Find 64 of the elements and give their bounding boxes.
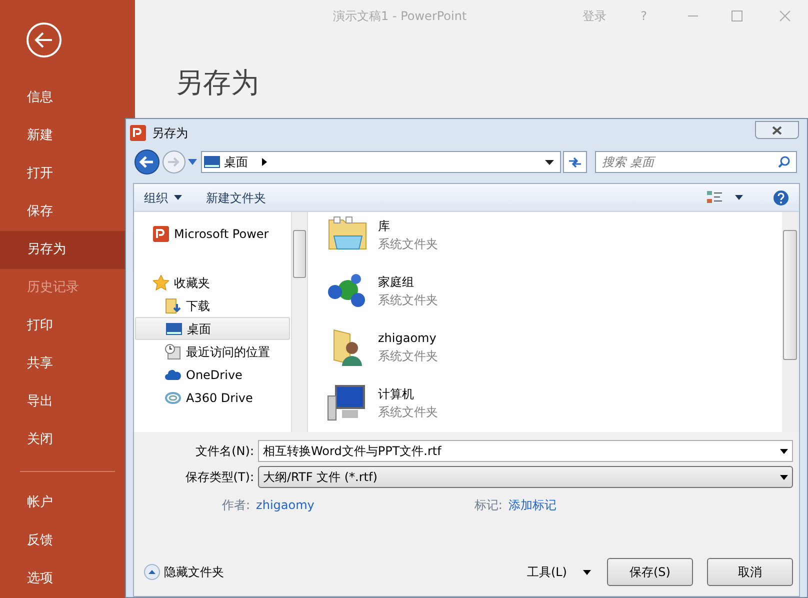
author-label: 作者: [222,497,250,514]
nav-tree-item[interactable]: 收藏夹 [134,271,291,294]
back-button-icon[interactable] [134,149,160,175]
hide-folders-link[interactable]: 隐藏文件夹 [164,563,224,581]
file-name[interactable]: 计算机 [378,385,438,403]
nav-tree-item[interactable]: OneDrive [134,363,291,386]
dropdown-caret-icon [780,474,788,480]
view-options-icon[interactable] [707,190,723,204]
file-type-dropdown[interactable]: 大纲/RTF 文件 (*.rtf) [258,466,793,488]
scrollbar-thumb[interactable] [783,230,797,360]
field-label: 保存类型(T): [184,469,254,486]
search-field[interactable]: 搜索 桌面 [595,151,797,173]
file-name[interactable]: 家庭组 [378,273,438,291]
add-tags-link[interactable]: 添加标记 [508,496,556,514]
nav-tree-item[interactable]: A360 Drive [134,386,291,409]
breadcrumb-arrow-icon[interactable] [262,158,267,166]
scrollbar-thumb[interactable] [293,230,306,278]
tools-menu[interactable]: 工具(L) [526,563,591,581]
search-placeholder: 搜索 桌面 [602,154,654,171]
page-title: 另存为 [175,65,260,101]
dropdown-caret-icon [780,448,788,454]
search-icon [778,156,790,168]
file-type: 系统文件夹 [378,292,438,309]
scrollbar[interactable] [782,212,799,432]
desktop-icon [204,156,220,168]
close-icon [772,126,782,134]
dropdown-caret-icon[interactable] [735,195,743,200]
field-label: 文件名(N): [194,443,254,460]
dropdown-caret-icon [174,195,182,200]
recent-places-icon [165,344,181,360]
folder-download-icon [165,298,181,314]
new-folder-button[interactable]: 新建文件夹 [206,188,266,206]
tags-label: 标记: [474,497,502,514]
file-type: 系统文件夹 [378,348,438,365]
organize-menu[interactable]: 组织 [144,188,182,206]
window-title: 演示文稿1 - PowerPoint [333,8,467,25]
powerpoint-logo-icon [153,226,169,242]
refresh-button[interactable] [563,151,587,173]
powerpoint-logo-icon [130,125,146,141]
nav-item[interactable]: 信息 [0,79,135,117]
address-text: 桌面 [224,154,248,171]
star-icon [153,274,169,290]
refresh-arrows-icon [568,156,582,168]
file-name[interactable]: 库 [378,217,438,235]
nav-tree-item[interactable]: Microsoft Power [134,222,291,245]
help-icon[interactable] [773,190,789,206]
file-name-field[interactable]: 相互转换Word文件与PPT文件.rtf [258,440,793,462]
file-name[interactable]: zhigaomy [378,329,438,347]
desktop-icon [166,320,182,336]
nav-tree-item[interactable]: 最近访问的位置 [134,340,291,363]
close-button[interactable] [755,121,799,139]
nav-tree-item[interactable]: 桌面 [135,317,290,340]
scrollbar[interactable] [291,212,308,432]
cancel-button[interactable]: 取消 [707,558,793,586]
swirl-icon [165,390,181,406]
save-button[interactable]: 保存(S) [607,558,693,586]
nav-tree-item[interactable]: 下载 [134,294,291,317]
dropdown-caret-icon[interactable] [545,160,554,164]
file-type: 系统文件夹 [378,236,438,253]
dropdown-caret-icon [583,570,591,574]
address-bar[interactable]: 桌面 [201,151,561,173]
author-value[interactable]: zhigaomy [256,496,314,514]
file-type: 系统文件夹 [378,404,438,421]
dialog-title: 另存为 [152,125,188,142]
